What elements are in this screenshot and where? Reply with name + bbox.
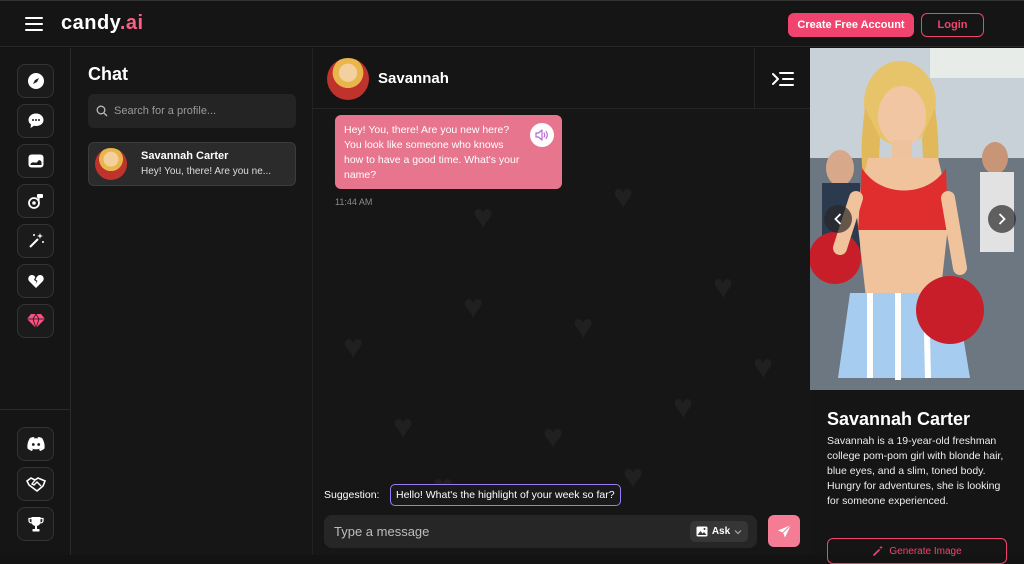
avatar[interactable] xyxy=(327,58,369,100)
chat-item-preview: Hey! You, there! Are you ne... xyxy=(141,166,272,177)
my-ai-button[interactable] xyxy=(17,264,54,298)
avatar xyxy=(95,148,127,180)
chat-nav-button[interactable] xyxy=(17,104,54,138)
send-icon xyxy=(777,524,791,537)
chat-list-item[interactable]: Savannah Carter Hey! You, there! Are you… xyxy=(88,142,296,186)
affiliate-handshake-icon xyxy=(25,477,46,493)
previous-photo-button[interactable] xyxy=(824,205,852,233)
conversation-header: Savannah xyxy=(313,48,810,109)
chat-bubble-icon xyxy=(28,113,43,128)
chat-item-name: Savannah Carter xyxy=(141,150,229,162)
role-play-icon xyxy=(27,194,43,209)
ask-label: Ask xyxy=(711,526,731,537)
logo[interactable]: candy.ai xyxy=(61,12,144,35)
logo-text: candy xyxy=(61,12,120,34)
chevron-right-icon xyxy=(998,213,1006,225)
trophy-icon xyxy=(27,517,44,532)
magic-wand-icon xyxy=(28,233,44,248)
nav-rail xyxy=(0,48,71,555)
generate-nav-button[interactable] xyxy=(17,224,54,258)
broken-heart-icon xyxy=(27,275,44,288)
message-timestamp: 11:44 AM xyxy=(335,197,373,207)
leaderboard-button[interactable] xyxy=(17,507,54,541)
create-account-button[interactable]: Create Free Account xyxy=(788,13,914,37)
rail-divider xyxy=(0,409,71,410)
message-composer: Ask xyxy=(324,515,757,548)
magic-wand-icon xyxy=(873,545,884,557)
compass-icon xyxy=(27,73,44,89)
speaker-icon xyxy=(535,129,548,141)
search-input[interactable] xyxy=(114,105,284,117)
chevron-down-icon xyxy=(734,529,742,534)
message-input[interactable] xyxy=(334,515,664,548)
suggestion-label: Suggestion: xyxy=(324,489,380,501)
gem-icon xyxy=(26,313,45,330)
premium-button[interactable] xyxy=(17,304,54,338)
next-photo-button[interactable] xyxy=(988,205,1016,233)
roleplay-button[interactable] xyxy=(17,184,54,218)
profile-photo xyxy=(810,48,1024,390)
image-gallery-icon xyxy=(28,154,43,168)
explore-button[interactable] xyxy=(17,64,54,98)
menu-icon[interactable] xyxy=(25,17,43,31)
conversation-panel: ♥♥ ♥♥ ♥♥ ♥♥ ♥♥ ♥♥ Savannah Hey! You, the… xyxy=(313,48,810,555)
gallery-button[interactable] xyxy=(17,144,54,178)
conversation-title: Savannah xyxy=(378,70,449,87)
message-bubble: Hey! You, there! Are you new here? You l… xyxy=(335,115,562,189)
image-icon xyxy=(696,526,708,537)
suggestion-chip[interactable]: Hello! What's the highlight of your week… xyxy=(390,484,621,506)
profile-bio: Savannah is a 19-year-old freshman colle… xyxy=(827,435,1004,507)
top-bar: candy.ai Create Free Account Login xyxy=(0,0,1024,47)
search-icon xyxy=(96,105,108,117)
discord-icon xyxy=(26,437,45,451)
profile-search[interactable] xyxy=(88,94,296,128)
generate-image-button[interactable]: Generate Image xyxy=(827,538,1007,564)
profile-panel: Savannah Carter Savannah is a 19-year-ol… xyxy=(810,48,1024,564)
toggle-profile-button[interactable] xyxy=(754,48,810,109)
discord-button[interactable] xyxy=(17,427,54,461)
play-audio-button[interactable] xyxy=(530,123,554,147)
login-button[interactable]: Login xyxy=(921,13,984,37)
chat-list-title: Chat xyxy=(88,64,128,84)
profile-name: Savannah Carter xyxy=(827,409,971,429)
collapse-panel-icon xyxy=(771,71,794,86)
chevron-left-icon xyxy=(834,213,842,225)
ask-image-button[interactable]: Ask xyxy=(690,521,748,542)
affiliate-button[interactable] xyxy=(17,467,54,501)
message-text: Hey! You, there! Are you new here? You l… xyxy=(344,124,520,181)
send-button[interactable] xyxy=(768,515,800,547)
logo-suffix: .ai xyxy=(119,12,144,34)
chat-list-panel: Chat Savannah Carter Hey! You, there! Ar… xyxy=(71,48,313,555)
